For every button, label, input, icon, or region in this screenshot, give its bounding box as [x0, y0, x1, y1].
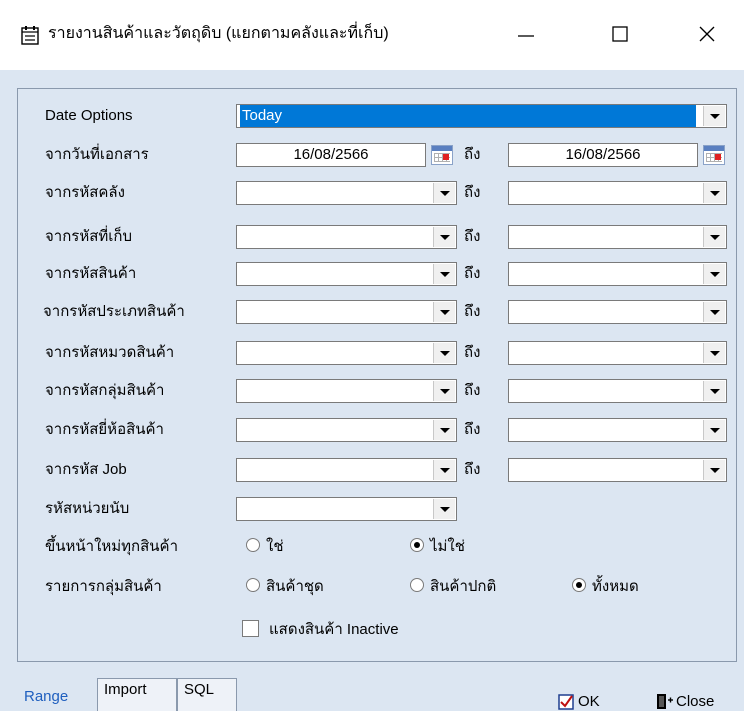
- chevron-down-icon[interactable]: [433, 499, 455, 519]
- new-page-no-radio[interactable]: ไม่ใช่: [410, 535, 465, 559]
- chevron-down-icon[interactable]: [703, 227, 725, 247]
- range-label-brand: จากรหัสยี่ห้อสินค้า: [45, 421, 164, 438]
- group-items-all-radio[interactable]: ทั้งหมด: [572, 575, 639, 599]
- product-from-select[interactable]: [236, 262, 457, 286]
- tab-sql[interactable]: SQL: [177, 678, 237, 711]
- chevron-down-icon[interactable]: [433, 420, 455, 440]
- calendar-icon[interactable]: [431, 145, 453, 165]
- group-items-normal-radio[interactable]: สินค้าปกติ: [410, 575, 496, 599]
- chevron-down-icon[interactable]: [703, 460, 725, 480]
- tab-range[interactable]: Range: [17, 662, 97, 711]
- range-label-group: จากรหัสกลุ่มสินค้า: [45, 382, 165, 399]
- door-exit-icon: [657, 694, 673, 709]
- to-label: ถึง: [464, 461, 481, 478]
- to-label: ถึง: [464, 303, 481, 320]
- location-from-select[interactable]: [236, 225, 457, 249]
- date-options-value: Today: [240, 105, 696, 127]
- new-page-label: ขึ้นหน้าใหม่ทุกสินค้า: [45, 538, 179, 555]
- to-label: ถึง: [464, 382, 481, 399]
- to-label: ถึง: [464, 265, 481, 282]
- minimize-icon: [518, 35, 534, 37]
- brand-from-select[interactable]: [236, 418, 457, 442]
- job-from-select[interactable]: [236, 458, 457, 482]
- to-label: ถึง: [464, 228, 481, 245]
- chevron-down-icon[interactable]: [703, 106, 725, 126]
- group-to-select[interactable]: [508, 379, 727, 403]
- group-items-set-radio[interactable]: สินค้าชุด: [246, 575, 324, 599]
- product-type-from-select[interactable]: [236, 300, 457, 324]
- new-page-yes-radio[interactable]: ใช่: [246, 535, 284, 559]
- range-label-warehouse: จากรหัสคลัง: [45, 184, 125, 201]
- range-label-category: จากรหัสหมวดสินค้า: [45, 344, 175, 361]
- job-to-select[interactable]: [508, 458, 727, 482]
- to-label: ถึง: [464, 421, 481, 438]
- chevron-down-icon[interactable]: [433, 183, 455, 203]
- range-label-location: จากรหัสที่เก็บ: [45, 228, 133, 245]
- title-bar: รายงานสินค้าและวัตถุดิบ (แยกตามคลังและที…: [0, 0, 744, 70]
- category-to-select[interactable]: [508, 341, 727, 365]
- chevron-down-icon[interactable]: [703, 183, 725, 203]
- to-label: ถึง: [464, 184, 481, 201]
- chevron-down-icon[interactable]: [433, 460, 455, 480]
- chevron-down-icon[interactable]: [433, 343, 455, 363]
- warehouse-to-select[interactable]: [508, 181, 727, 205]
- range-label-product-type: จากรหัสประเภทสินค้า: [43, 303, 185, 320]
- doc-date-from-field[interactable]: 16/08/2566: [236, 143, 426, 167]
- to-label: ถึง: [464, 146, 481, 163]
- brand-to-select[interactable]: [508, 418, 727, 442]
- tab-import[interactable]: Import: [97, 678, 177, 711]
- date-options-label: Date Options: [45, 107, 133, 124]
- product-to-select[interactable]: [508, 262, 727, 286]
- product-type-to-select[interactable]: [508, 300, 727, 324]
- close-button[interactable]: Close: [656, 692, 714, 711]
- window-title: รายงานสินค้าและวัตถุดิบ (แยกตามคลังและที…: [48, 25, 389, 42]
- chevron-down-icon[interactable]: [703, 302, 725, 322]
- chevron-down-icon[interactable]: [433, 264, 455, 284]
- date-options-select[interactable]: Today: [236, 104, 727, 128]
- chevron-down-icon[interactable]: [433, 302, 455, 322]
- close-icon: [699, 26, 715, 42]
- location-to-select[interactable]: [508, 225, 727, 249]
- unit-label: รหัสหน่วยนับ: [45, 500, 130, 517]
- doc-date-label: จากวันที่เอกสาร: [45, 146, 149, 163]
- range-label-product: จากรหัสสินค้า: [45, 265, 137, 282]
- doc-date-to-field[interactable]: 16/08/2566: [508, 143, 698, 167]
- chevron-down-icon[interactable]: [703, 381, 725, 401]
- close-window-button[interactable]: [679, 14, 735, 54]
- chevron-down-icon[interactable]: [703, 264, 725, 284]
- minimize-button[interactable]: [498, 14, 554, 54]
- chevron-down-icon[interactable]: [433, 227, 455, 247]
- ok-icon: [558, 693, 574, 710]
- calendar-icon[interactable]: [703, 145, 725, 165]
- to-label: ถึง: [464, 344, 481, 361]
- chevron-down-icon[interactable]: [703, 343, 725, 363]
- maximize-button[interactable]: [592, 14, 648, 54]
- show-inactive-checkbox[interactable]: แสดงสินค้า Inactive: [242, 618, 399, 642]
- chevron-down-icon[interactable]: [433, 381, 455, 401]
- chevron-down-icon[interactable]: [703, 420, 725, 440]
- maximize-icon: [612, 26, 628, 42]
- warehouse-from-select[interactable]: [236, 181, 457, 205]
- unit-select[interactable]: [236, 497, 457, 521]
- report-app-icon: [21, 25, 39, 45]
- group-from-select[interactable]: [236, 379, 457, 403]
- ok-button[interactable]: OK: [558, 692, 600, 711]
- group-items-label: รายการกลุ่มสินค้า: [45, 578, 162, 595]
- range-label-job: จากรหัส Job: [45, 461, 127, 478]
- category-from-select[interactable]: [236, 341, 457, 365]
